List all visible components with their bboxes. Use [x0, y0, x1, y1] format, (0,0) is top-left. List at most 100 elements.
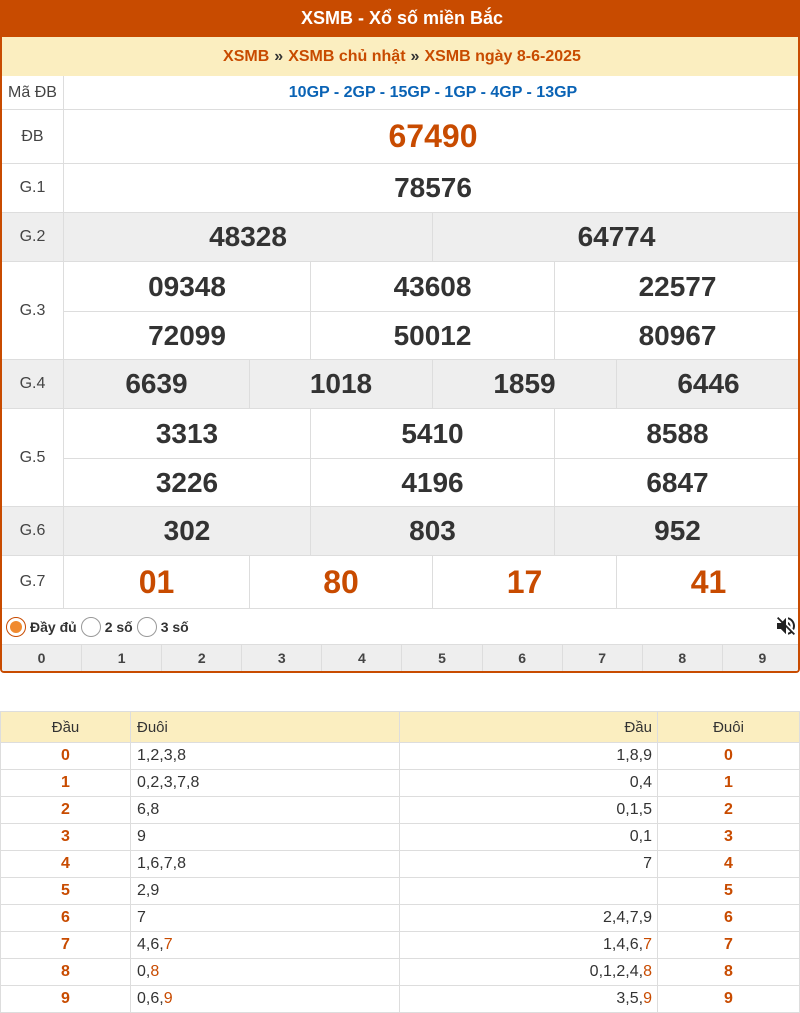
digit-filter-5[interactable]: 5	[401, 645, 481, 671]
prize-g5: 8588	[554, 409, 798, 458]
loto-head-tail-table: Đầu Đuôi Đầu Đuôi 0 1,2,3,8 1,8,9 0 1 0,2,3,7…	[0, 711, 800, 1013]
prize-g3: 72099	[148, 320, 226, 351]
cell-dau: 8	[0, 958, 131, 986]
row-g6: G.6 302 803 952	[2, 507, 798, 556]
double-number-digit: 9	[643, 990, 652, 1007]
cell-duoi: 4,6,7	[130, 931, 400, 959]
digit-filter-1[interactable]: 1	[81, 645, 161, 671]
table-row: 4 1,6,7,8 7 4	[0, 850, 800, 878]
table-header-row: Đầu Đuôi Đầu Đuôi	[0, 711, 800, 743]
prize-g4: 6446	[616, 360, 798, 408]
digit-filter-7[interactable]: 7	[561, 645, 642, 671]
digit-filter-2[interactable]: 2	[161, 645, 241, 671]
cell-dau-2: 7	[399, 850, 658, 878]
radio-dot[interactable]	[6, 616, 26, 637]
cell-dau-2: 0,4	[399, 769, 658, 797]
digit-filter-6[interactable]: 6	[481, 645, 562, 671]
radio-two-digits[interactable]: 2 số	[80, 616, 133, 637]
prize-g5: 3226	[155, 467, 219, 498]
cell-duoi-2: 0	[657, 742, 800, 770]
cell-duoi: 7	[130, 904, 400, 932]
breadcrumb-xsmb[interactable]: XSMB	[223, 48, 269, 66]
double-number-digit: 9	[163, 990, 173, 1007]
header-duoi-2: Đuôi	[657, 711, 800, 743]
radio-full[interactable]: Đầy đủ	[6, 616, 77, 637]
label-g1: G.1	[2, 164, 64, 212]
table-row: 1 0,2,3,7,8 0,4 1	[0, 769, 800, 797]
prize-g6: 302	[163, 515, 211, 546]
radio-dot[interactable]	[136, 616, 157, 637]
cell-dau: 9	[0, 985, 131, 1013]
breadcrumb-date[interactable]: XSMB ngày 8-6-2025	[424, 48, 581, 66]
label-g4: G.4	[2, 360, 64, 408]
radio-full-label: Đầy đủ	[30, 618, 77, 635]
digit-filter-4[interactable]: 4	[321, 645, 401, 671]
display-options: Đầy đủ 2 số 3 số	[2, 609, 798, 644]
radio-three-digits[interactable]: 3 số	[136, 616, 189, 637]
cell-duoi: 6,8	[130, 796, 400, 824]
prize-g3: 43608	[310, 262, 554, 311]
cell-duoi-2: 6	[657, 904, 800, 932]
row-g1: G.1 78576	[2, 164, 798, 213]
row-ma-db: Mã ĐB 10GP - 2GP - 15GP - 1GP - 4GP - 13…	[2, 76, 798, 110]
prize-db: 67490	[388, 118, 478, 154]
breadcrumb-sep: »	[274, 47, 284, 65]
prize-g4: 1859	[432, 360, 616, 408]
double-number-digit: 8	[643, 963, 652, 980]
cell-duoi-2: 8	[657, 958, 800, 986]
prize-g4: 1018	[249, 360, 432, 408]
ma-db-value: 10GP - 2GP - 15GP - 1GP - 4GP - 13GP	[288, 83, 578, 101]
cell-dau: 1	[0, 769, 131, 797]
cell-duoi-2: 1	[657, 769, 800, 797]
cell-dau-2	[399, 877, 658, 905]
speaker-muted-icon[interactable]	[774, 614, 798, 638]
prize-g7: 17	[432, 556, 616, 608]
result-box: XSMB - Xổ số miền Bắc XSMB » XSMB chủ nh…	[0, 0, 800, 673]
cell-duoi: 0,8	[130, 958, 400, 986]
cell-dau-2: 2,4,7,9	[399, 904, 658, 932]
cell-dau: 2	[0, 796, 131, 824]
digit-filter: 0 1 2 3 4 5 6 7 8 9	[2, 644, 798, 671]
cell-duoi: 1,6,7,8	[130, 850, 400, 878]
breadcrumb-weekday[interactable]: XSMB chủ nhật	[288, 48, 405, 66]
cell-dau-2: 1,8,9	[399, 742, 658, 770]
row-g7: G.7 01 80 17 41	[2, 556, 798, 609]
cell-dau: 0	[0, 742, 131, 770]
row-db: ĐB 67490	[2, 110, 798, 164]
cell-dau: 5	[0, 877, 131, 905]
cell-dau-2: 0,1,5	[399, 796, 658, 824]
cell-duoi-2: 7	[657, 931, 800, 959]
cell-dau-2: 0,1,2,4,8	[399, 958, 658, 986]
prize-g3: 09348	[148, 270, 226, 302]
cell-duoi: 1,2,3,8	[130, 742, 400, 770]
digit-filter-8[interactable]: 8	[641, 645, 722, 671]
prize-g3: 50012	[310, 312, 554, 360]
row-g4: G.4 6639 1018 1859 6446	[2, 360, 798, 409]
cell-duoi-2: 4	[657, 850, 800, 878]
double-number-digit: 7	[163, 936, 173, 953]
prize-g1: 78576	[394, 172, 472, 203]
label-db: ĐB	[2, 110, 64, 163]
radio-three-label: 3 số	[160, 618, 189, 635]
prize-g2: 48328	[209, 221, 287, 252]
cell-duoi-2: 9	[657, 985, 800, 1013]
row-g2: G.2 48328 64774	[2, 213, 798, 262]
header-dau-2: Đầu	[399, 711, 658, 743]
cell-duoi-2: 2	[657, 796, 800, 824]
radio-dot[interactable]	[80, 616, 101, 637]
cell-dau: 7	[0, 931, 131, 959]
cell-dau: 3	[0, 823, 131, 851]
cell-duoi-2: 5	[657, 877, 800, 905]
double-number-digit: 7	[643, 936, 652, 953]
digit-filter-9[interactable]: 9	[721, 645, 798, 671]
label-g6: G.6	[2, 507, 64, 555]
prize-g7: 41	[616, 556, 798, 608]
digit-filter-3[interactable]: 3	[241, 645, 321, 671]
prize-g3: 80967	[554, 312, 798, 360]
digit-filter-0[interactable]: 0	[2, 645, 81, 671]
label-g3: G.3	[2, 262, 64, 359]
breadcrumb: XSMB » XSMB chủ nhật » XSMB ngày 8-6-202…	[2, 37, 798, 76]
label-ma-db: Mã ĐB	[2, 76, 64, 109]
table-row: 7 4,6,7 1,4,6,7 7	[0, 931, 800, 959]
prize-g5: 5410	[310, 409, 554, 458]
